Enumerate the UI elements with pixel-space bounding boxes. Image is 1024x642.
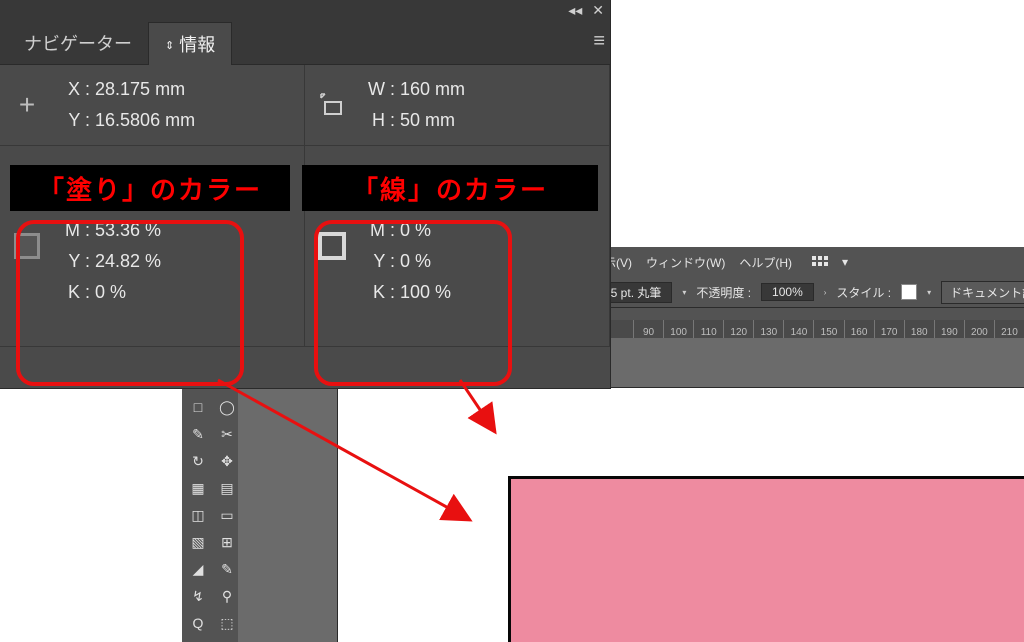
tool-button[interactable]: ◢ (185, 557, 211, 581)
annotation-fill-color: 「塗り」のカラー (10, 165, 290, 211)
tab-info-label: 情報 (179, 35, 215, 55)
panel-tabs: ナビゲーター ⇕ 情報 ≡ (0, 20, 610, 65)
tool-button[interactable]: ⚲ (214, 584, 240, 608)
opacity-label: 不透明度 : (696, 284, 751, 301)
tool-button[interactable]: ▭ (214, 503, 240, 527)
tool-button[interactable]: ▧ (185, 530, 211, 554)
sort-icon: ⇕ (165, 40, 174, 52)
stroke-y-label: Y : (361, 251, 395, 272)
document-settings-button[interactable]: ドキュメント設定 (941, 281, 1024, 304)
ruler-tick: 210 (994, 320, 1024, 339)
tool-button[interactable]: ✎ (185, 422, 211, 446)
panel-titlebar[interactable]: ◂◂ ✕ (0, 0, 610, 20)
tool-button[interactable]: ✂ (214, 422, 240, 446)
y-label: Y : (56, 110, 90, 131)
tool-button[interactable]: ▤ (214, 476, 240, 500)
annotation-stroke-color: 「線」のカラー (302, 165, 598, 211)
position-cell: + X : 28.175 mm Y : 16.5806 mm (0, 65, 305, 146)
tool-button[interactable]: ⊞ (214, 530, 240, 554)
x-value: 28.175 mm (95, 79, 185, 99)
crosshair-icon: + (12, 89, 42, 121)
tool-button[interactable]: ◫ (185, 503, 211, 527)
ruler-tick: 100 (663, 320, 693, 339)
fill-k-label: K : (56, 282, 90, 303)
tool-button[interactable]: ↯ (185, 584, 211, 608)
fill-y-value: 24.82 % (95, 251, 161, 271)
ruler-tick: 150 (813, 320, 843, 339)
tool-button[interactable]: ⬚ (214, 611, 240, 635)
brush-preset-field[interactable]: 5 pt. 丸筆 (600, 282, 673, 303)
style-dropdown-icon[interactable]: ▾ (927, 288, 931, 297)
stroke-m-label: M : (361, 220, 395, 241)
tool-button[interactable]: ✥ (214, 449, 240, 473)
ruler-tick: 90 (633, 320, 663, 339)
h-value: 50 mm (400, 110, 455, 130)
stroke-k-value: 100 % (400, 282, 451, 302)
h-label: H : (361, 110, 395, 131)
ruler-tick: 140 (783, 320, 813, 339)
tool-button[interactable]: ⌕ (214, 638, 240, 642)
tab-navigator[interactable]: ナビゲーター (8, 22, 148, 64)
close-icon[interactable]: ✕ (592, 2, 604, 19)
workspace-dropdown-icon[interactable]: ▾ (842, 255, 848, 269)
opacity-field[interactable]: 100% (761, 283, 814, 301)
fill-k-value: 0 % (95, 282, 126, 302)
ruler-tick: 170 (874, 320, 904, 339)
ruler-tick: 190 (934, 320, 964, 339)
collapse-icon[interactable]: ◂◂ (568, 2, 582, 19)
info-panel: ◂◂ ✕ ナビゲーター ⇕ 情報 ≡ + X : 28.175 mm Y : 1… (0, 0, 610, 388)
caret-icon: › (824, 288, 827, 297)
tool-button[interactable]: ↻ (185, 449, 211, 473)
style-swatch[interactable] (901, 284, 917, 300)
ruler-tick: 130 (753, 320, 783, 339)
size-cell: W : 160 mm H : 50 mm (305, 65, 610, 146)
tool-button[interactable]: ▦ (185, 476, 211, 500)
tool-button[interactable]: ✋ (185, 638, 211, 642)
dimensions-icon (317, 92, 347, 118)
tool-button[interactable]: ✎ (214, 557, 240, 581)
stroke-y-value: 0 % (400, 251, 431, 271)
panel-menu-icon[interactable]: ≡ (593, 30, 602, 53)
w-label: W : (361, 79, 395, 100)
workspace-switcher-icon[interactable] (812, 256, 828, 268)
stroke-swatch-icon (317, 232, 347, 260)
fill-y-label: Y : (56, 251, 90, 272)
ruler-tick: 180 (904, 320, 934, 339)
artboard (338, 388, 1024, 642)
w-value: 160 mm (400, 79, 465, 99)
menu-window[interactable]: ウィンドウ(W) (646, 254, 725, 271)
tab-info[interactable]: ⇕ 情報 (148, 22, 232, 65)
stroke-m-value: 0 % (400, 220, 431, 240)
fill-m-value: 53.36 % (95, 220, 161, 240)
tool-button[interactable]: ◯ (214, 395, 240, 419)
tool-button[interactable]: Q (185, 611, 211, 635)
fill-m-label: M : (56, 220, 90, 241)
style-label: スタイル : (836, 284, 891, 301)
fill-swatch-icon (12, 233, 42, 259)
x-label: X : (56, 79, 90, 100)
ruler-tick: 120 (723, 320, 753, 339)
y-value: 16.5806 mm (95, 110, 195, 130)
selected-rectangle[interactable] (508, 476, 1024, 642)
tool-button[interactable]: □ (185, 395, 211, 419)
ruler-tick: 110 (693, 320, 723, 339)
stroke-k-label: K : (361, 282, 395, 303)
menu-help[interactable]: ヘルプ(H) (739, 254, 792, 271)
ruler-tick: 200 (964, 320, 994, 339)
brush-dropdown-icon[interactable]: ▾ (682, 288, 686, 297)
ruler-tick: 160 (844, 320, 874, 339)
